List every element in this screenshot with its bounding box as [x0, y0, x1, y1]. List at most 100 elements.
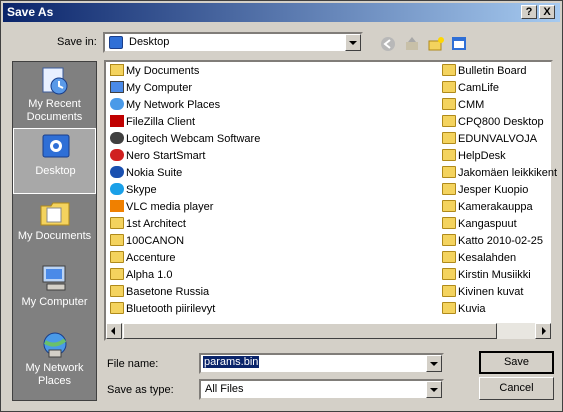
folder-icon — [442, 234, 456, 247]
list-item[interactable]: Kuvia — [442, 301, 486, 318]
scroll-left-button[interactable] — [106, 323, 122, 339]
folder-icon — [442, 166, 456, 179]
list-item[interactable]: My Documents — [110, 63, 199, 80]
folder-icon — [110, 217, 124, 230]
my-computer-icon — [110, 81, 124, 94]
webcam-icon — [110, 132, 124, 145]
my-computer-icon — [42, 265, 66, 291]
list-item[interactable]: Alpha 1.0 — [110, 267, 172, 284]
list-item[interactable]: My Network Places — [110, 97, 220, 114]
place-label: My Network Places — [25, 362, 84, 387]
file-name-label: File name: — [107, 358, 159, 370]
scrollbar-thumb[interactable] — [123, 323, 497, 339]
save-in-label: Save in: — [57, 36, 97, 48]
folder-icon — [110, 251, 124, 264]
back-arrow-icon — [381, 37, 395, 51]
folder-icon — [442, 285, 456, 298]
filezilla-icon — [110, 115, 124, 128]
list-item[interactable]: Skype — [110, 182, 157, 199]
up-folder-icon — [406, 37, 418, 50]
list-item[interactable]: Jesper Kuopio — [442, 182, 528, 199]
list-item[interactable]: Basetone Russia — [110, 284, 209, 301]
save-as-type-dropdown[interactable]: All Files — [199, 379, 444, 400]
vlc-icon — [110, 200, 124, 213]
list-item[interactable]: FileZilla Client — [110, 114, 195, 131]
scroll-right-button[interactable] — [535, 323, 551, 339]
cancel-button[interactable]: Cancel — [479, 377, 554, 400]
desktop-icon — [42, 134, 70, 158]
folder-icon — [442, 81, 456, 94]
network-places-icon — [43, 332, 67, 358]
list-item[interactable]: Jakomäen leikkikent — [442, 165, 557, 182]
list-item[interactable]: HelpDesk — [442, 148, 506, 165]
chevron-down-icon[interactable] — [345, 34, 361, 51]
my-documents-icon — [110, 64, 124, 77]
list-item[interactable]: Kamerakauppa — [442, 199, 533, 216]
recent-documents-icon — [42, 67, 68, 95]
list-item[interactable]: Nero StartSmart — [110, 148, 205, 165]
list-item[interactable]: Kesalahden — [442, 250, 516, 267]
file-name-input[interactable]: params.bin — [203, 356, 260, 368]
list-item[interactable]: Kangaspuut — [442, 216, 517, 233]
place-desktop[interactable]: Desktop — [13, 128, 96, 194]
folder-icon — [442, 64, 456, 77]
places-bar: My Recent Documents Desktop My Documents… — [12, 61, 97, 401]
place-my-recent-documents[interactable]: My Recent Documents — [13, 62, 96, 128]
list-item[interactable]: Bluetooth piirilevyt — [110, 301, 215, 318]
new-folder-icon — [428, 37, 444, 51]
place-label: My Documents — [17, 230, 92, 242]
list-item[interactable]: Kirstin Musiikki — [442, 267, 531, 284]
my-documents-icon — [40, 202, 70, 226]
place-label: My Computer — [21, 296, 88, 308]
desktop-icon — [109, 36, 123, 49]
chevron-down-icon[interactable] — [426, 381, 442, 398]
place-label: Desktop — [35, 165, 76, 177]
chevron-right-icon — [542, 327, 546, 335]
help-button[interactable]: ? — [521, 5, 537, 19]
folder-icon — [442, 115, 456, 128]
place-label: My Recent Documents — [26, 98, 83, 123]
folder-icon — [110, 268, 124, 281]
save-in-dropdown[interactable]: Desktop — [103, 32, 363, 53]
list-item[interactable]: My Computer — [110, 80, 192, 97]
list-item[interactable]: 100CANON — [110, 233, 184, 250]
list-item[interactable]: Bulletin Board — [442, 63, 527, 80]
save-in-value: Desktop — [129, 36, 170, 48]
list-item[interactable]: CMM — [442, 97, 484, 114]
list-item[interactable]: Katto 2010-02-25 — [442, 233, 543, 250]
list-item[interactable]: 1st Architect — [110, 216, 186, 233]
save-as-dialog: Save As ? X Save in: Desktop My Recent D… — [0, 0, 563, 412]
list-item[interactable]: EDUNVALVOJA — [442, 131, 537, 148]
file-name-combo[interactable]: params.bin — [199, 353, 444, 374]
view-menu-icon — [452, 37, 466, 50]
folder-icon — [442, 149, 456, 162]
close-button[interactable]: X — [539, 5, 555, 19]
save-as-type-label: Save as type: — [107, 384, 174, 396]
folder-icon — [442, 183, 456, 196]
place-my-documents[interactable]: My Documents — [13, 194, 96, 260]
folder-icon — [442, 251, 456, 264]
back-button[interactable] — [378, 34, 398, 54]
list-item[interactable]: Logitech Webcam Software — [110, 131, 260, 148]
chevron-down-icon[interactable] — [426, 355, 442, 372]
folder-icon — [442, 217, 456, 230]
up-folder-button[interactable] — [402, 34, 422, 54]
save-button[interactable]: Save — [479, 351, 554, 374]
title-bar[interactable]: Save As ? X — [3, 3, 560, 22]
place-my-network-places[interactable]: My Network Places — [13, 326, 96, 392]
list-item[interactable]: VLC media player — [110, 199, 213, 216]
list-item[interactable]: Accenture — [110, 250, 176, 267]
skype-icon — [110, 183, 124, 196]
list-item[interactable]: CamLife — [442, 80, 499, 97]
new-folder-button[interactable] — [426, 34, 446, 54]
list-item[interactable]: CPQ800 Desktop — [442, 114, 544, 131]
horizontal-scrollbar[interactable] — [106, 323, 551, 339]
views-menu-button[interactable] — [450, 34, 474, 54]
list-item[interactable]: Kivinen kuvat — [442, 284, 523, 301]
folder-icon — [110, 285, 124, 298]
save-as-type-value: All Files — [205, 383, 244, 395]
file-list[interactable]: My Documents My Computer My Network Plac… — [104, 60, 557, 341]
place-my-computer[interactable]: My Computer — [13, 260, 96, 326]
folder-icon — [442, 302, 456, 315]
list-item[interactable]: Nokia Suite — [110, 165, 182, 182]
